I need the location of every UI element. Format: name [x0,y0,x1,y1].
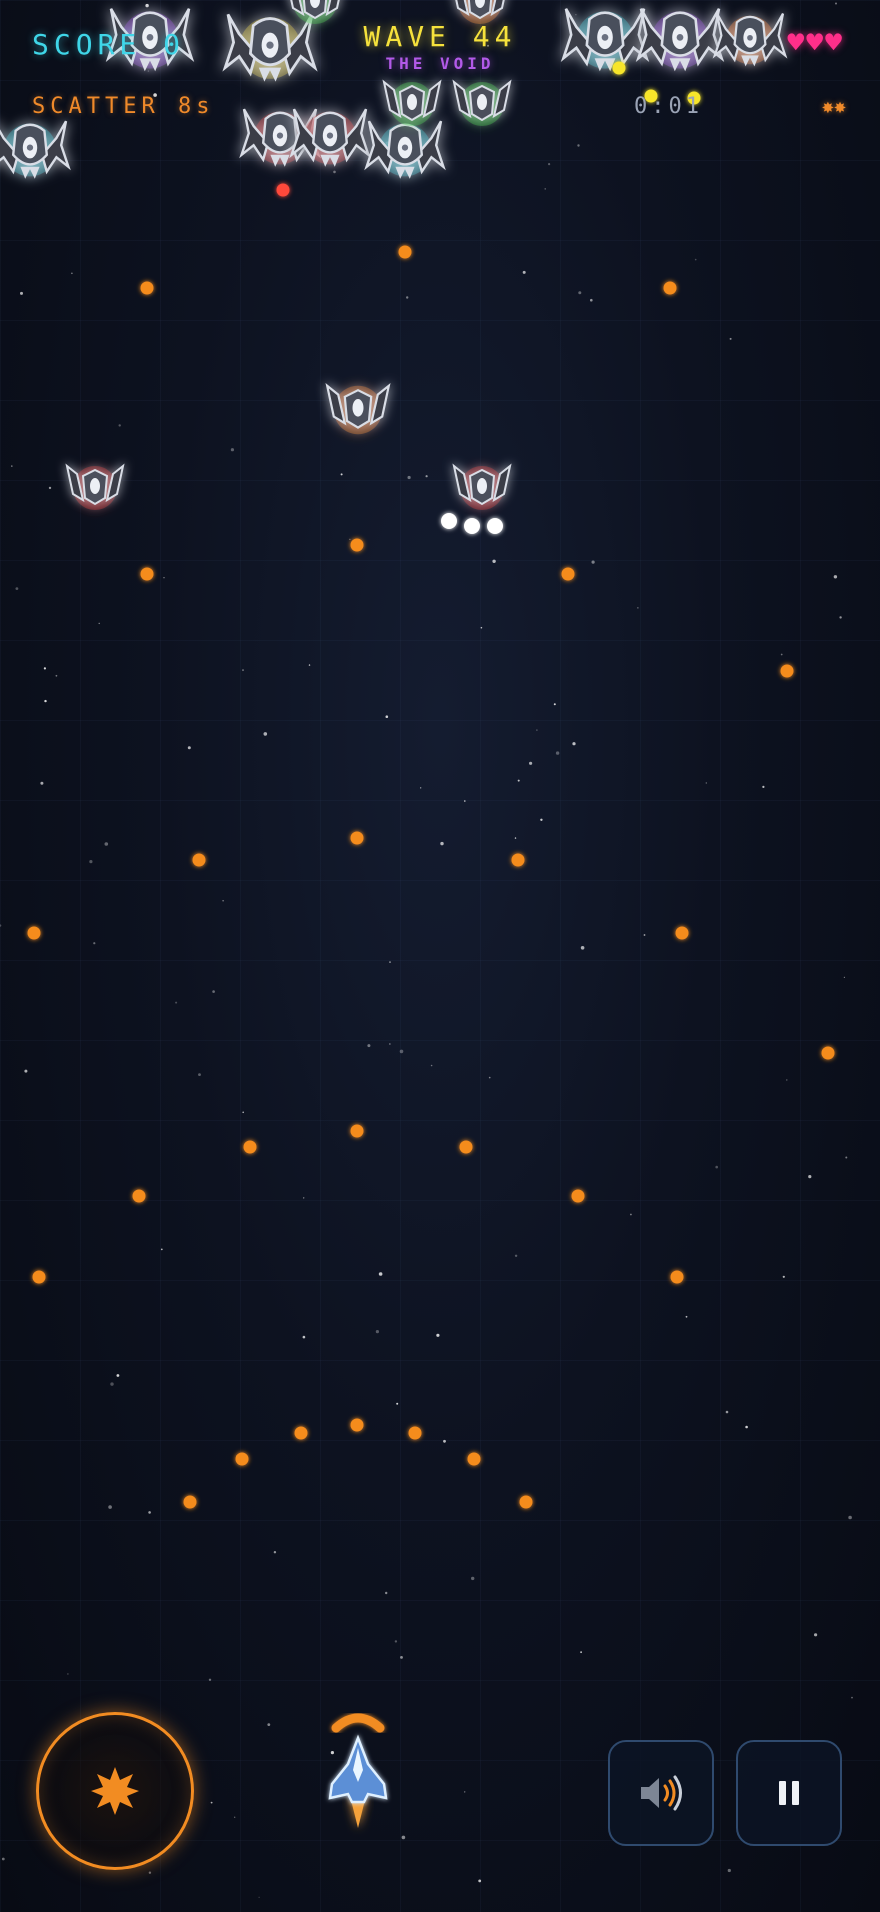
enemy-bullet [464,518,480,534]
wave-timer: 0:01 [634,94,703,119]
player-bullet [821,1046,835,1060]
player-bullet [140,567,154,581]
player-bullet [192,853,206,867]
powerup-status: SCATTER 8s [32,94,215,119]
player-bullet [467,1452,481,1466]
player-bullet [675,926,689,940]
player-bullet [519,1495,533,1509]
player-bullet [243,1140,257,1154]
enemy-ship [365,119,445,181]
bomb-count: ✸✸ [821,94,846,118]
enemy-bullet [487,518,503,534]
player-ship-icon [328,1713,388,1828]
player-bullet [140,281,154,295]
enemy-ship [326,384,390,435]
player-bullet [663,281,677,295]
enemy-bullet [441,513,457,529]
player-bullet [571,1189,585,1203]
enemy-ship [453,465,511,510]
enemy-ship [290,107,370,169]
player-bullet [294,1426,308,1440]
sound-toggle-button[interactable] [608,1740,714,1846]
enemy-ship [383,81,441,126]
player-bullet [670,1270,684,1284]
wave-name: THE VOID [385,54,495,73]
player-bullet [398,245,412,259]
bomb-button[interactable] [36,1712,194,1870]
player-bullet [183,1495,197,1509]
player-bullet [780,664,794,678]
pause-icon [779,1781,799,1805]
player-bullet [350,1418,364,1432]
player-bullet [511,853,525,867]
player-bullet [132,1189,146,1203]
enemy-ship [66,465,124,510]
enemy-ship [0,119,70,181]
player-bullet [32,1270,46,1284]
player-bullet [350,1124,364,1138]
player-bullet [27,926,41,940]
pause-button[interactable] [736,1740,842,1846]
player-bullet [350,538,364,552]
speaker-icon [641,1775,682,1811]
player-bullet [561,567,575,581]
shield-arc [331,1713,385,1733]
player-bullet [235,1452,249,1466]
enemy-ship [453,81,511,126]
starburst-icon [91,1767,139,1815]
enemy-bullet [276,183,290,197]
player-bullet [459,1140,473,1154]
player-bullet [408,1426,422,1440]
lives-hearts: ♥♥♥ [787,26,844,59]
wave-label: WAVE 44 [363,20,517,53]
player-bullet [350,831,364,845]
game-field [0,0,835,1828]
